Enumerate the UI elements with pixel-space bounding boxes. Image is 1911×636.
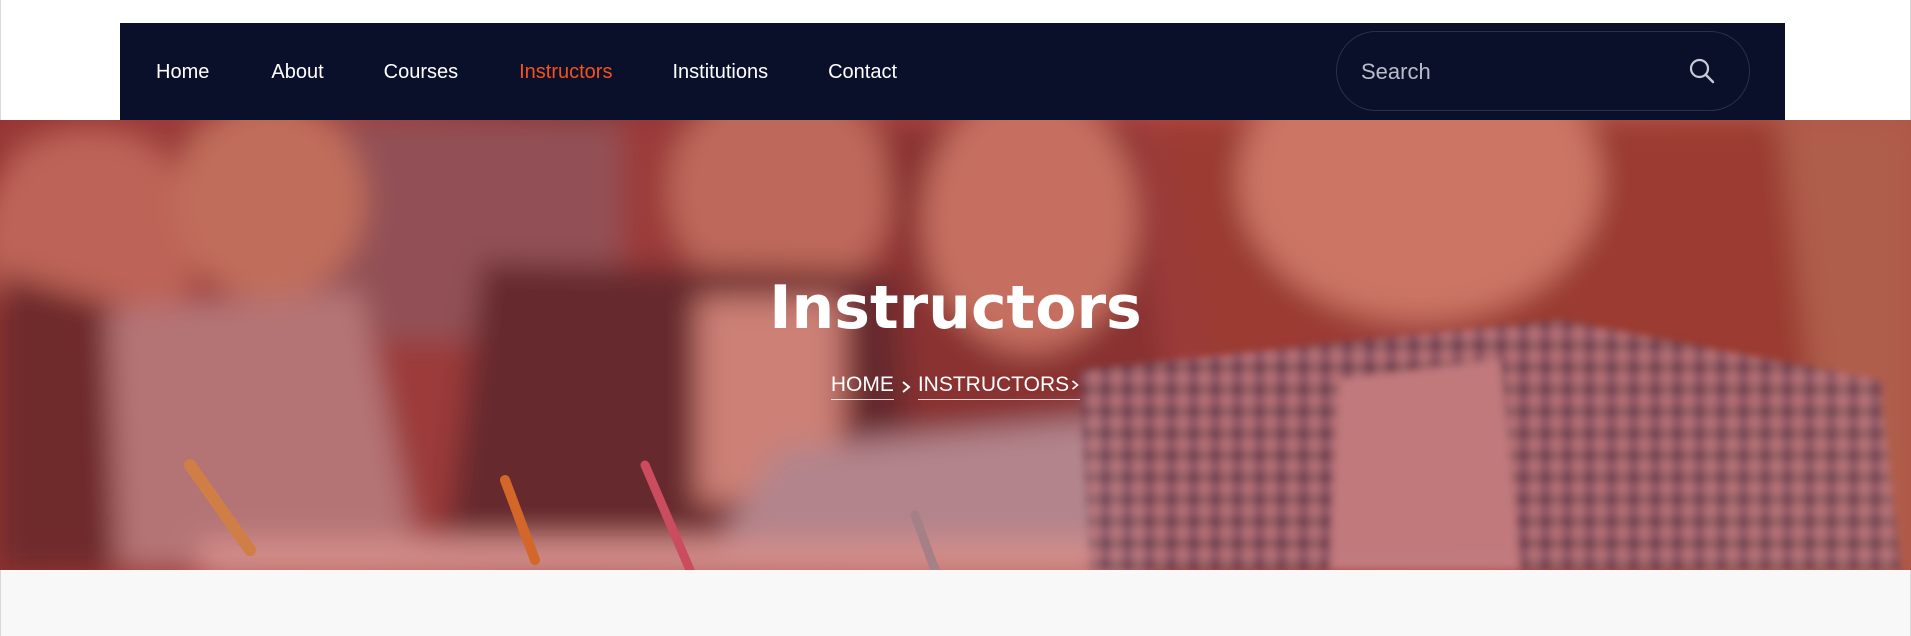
nav-item-instructors[interactable]: Instructors: [519, 62, 612, 82]
breadcrumb: HOME INSTRUCTORS: [0, 373, 1911, 400]
main-navbar: Home About Courses Instructors Instituti…: [120, 23, 1785, 120]
page-title: Instructors: [769, 273, 1142, 343]
hero-color-overlay: [0, 120, 1911, 570]
chevron-right-icon: [1072, 380, 1079, 390]
nav-item-home[interactable]: Home: [156, 62, 209, 82]
hero-banner: Instructors HOME INSTRUCTORS: [0, 120, 1911, 570]
breadcrumb-current: INSTRUCTORS: [917, 373, 1081, 400]
nav-item-institutions[interactable]: Institutions: [672, 62, 768, 82]
search-box: [1336, 31, 1750, 112]
breadcrumb-current-label: INSTRUCTORS: [917, 373, 1070, 396]
breadcrumb-home-link[interactable]: HOME: [830, 373, 894, 400]
search-input[interactable]: [1359, 32, 1683, 112]
page-content-area: [1, 570, 1910, 636]
nav-menu: Home About Courses Instructors Instituti…: [156, 23, 897, 120]
nav-item-about[interactable]: About: [271, 62, 323, 82]
chevron-right-icon: [902, 380, 911, 393]
nav-item-contact[interactable]: Contact: [828, 62, 897, 82]
nav-item-courses[interactable]: Courses: [384, 62, 458, 82]
search-icon[interactable]: [1687, 56, 1717, 86]
